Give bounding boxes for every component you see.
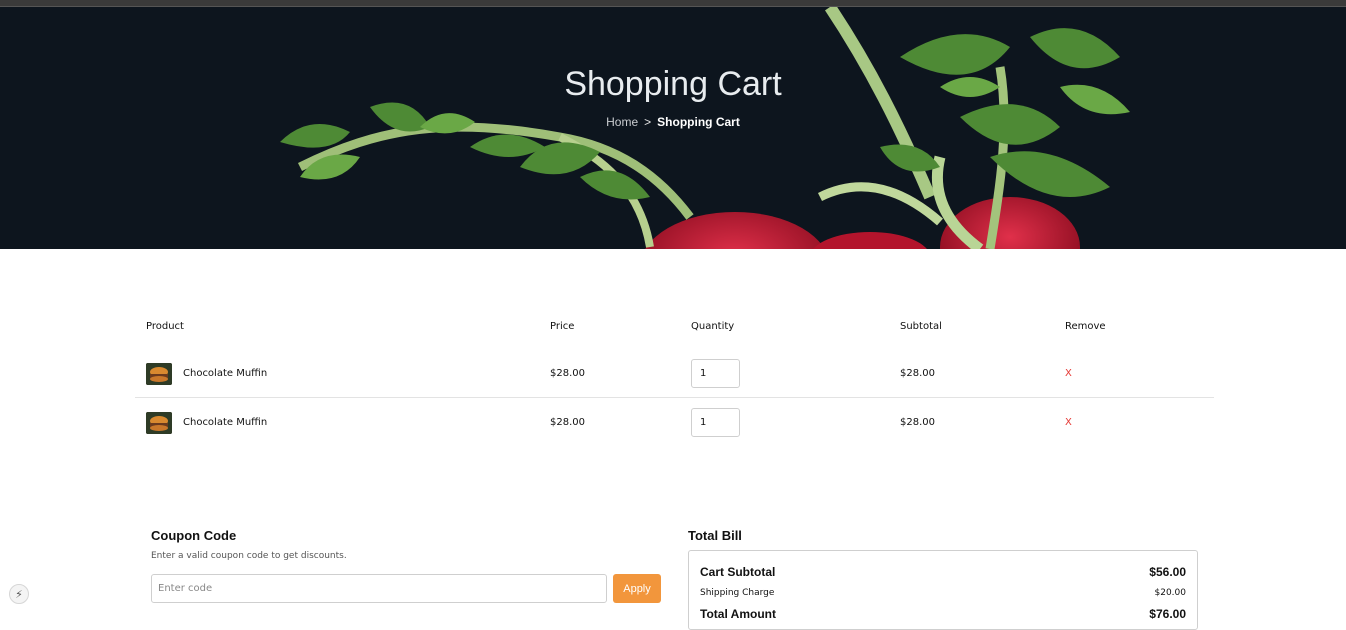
bill-shipping-value: $20.00 (1154, 588, 1187, 598)
header-price: Price (550, 321, 575, 332)
bill-shipping-label: Shipping Charge (700, 588, 775, 598)
header-quantity: Quantity (691, 321, 735, 332)
coupon-code-input[interactable] (152, 575, 606, 602)
quantity-input[interactable]: 1 (691, 408, 740, 437)
bill-total-label: Total Amount (700, 607, 776, 621)
bolt-icon[interactable]: ⚡ (9, 584, 29, 604)
total-bill-title: Total Bill (688, 528, 742, 543)
product-name[interactable]: Chocolate Muffin (183, 368, 267, 379)
hero-banner: Shopping Cart Home > Shopping Cart (0, 7, 1346, 249)
product-thumbnail (146, 363, 172, 385)
coupon-hint: Enter a valid coupon code to get discoun… (151, 551, 347, 561)
remove-button[interactable]: X (1065, 368, 1072, 379)
apply-coupon-button[interactable]: Apply (613, 574, 661, 603)
bill-total-value: $76.00 (1149, 607, 1186, 621)
page-title: Shopping Cart (564, 65, 782, 103)
coupon-title: Coupon Code (151, 528, 237, 543)
breadcrumb: Home > Shopping Cart (0, 115, 1346, 129)
total-bill-box: Cart Subtotal $56.00 Shipping Charge $20… (688, 550, 1198, 630)
bill-subtotal-value: $56.00 (1149, 565, 1186, 579)
bill-subtotal-label: Cart Subtotal (700, 565, 776, 579)
header-remove: Remove (1065, 321, 1106, 332)
breadcrumb-current: Shopping Cart (657, 115, 740, 129)
breadcrumb-home-link[interactable]: Home (606, 115, 638, 129)
table-row: Chocolate Muffin $28.00 1 $28.00 X (135, 398, 1214, 447)
coupon-field[interactable] (151, 574, 607, 603)
quantity-input[interactable]: 1 (691, 359, 740, 388)
product-name[interactable]: Chocolate Muffin (183, 417, 267, 428)
table-row: Chocolate Muffin $28.00 1 $28.00 X (135, 349, 1214, 398)
row-subtotal: $28.00 (900, 368, 935, 379)
product-price: $28.00 (550, 368, 585, 379)
breadcrumb-separator: > (644, 115, 652, 129)
header-product: Product (146, 321, 184, 332)
product-price: $28.00 (550, 417, 585, 428)
header-subtotal: Subtotal (900, 321, 942, 332)
row-subtotal: $28.00 (900, 417, 935, 428)
remove-button[interactable]: X (1065, 417, 1072, 428)
product-thumbnail (146, 412, 172, 434)
browser-top-bar (0, 0, 1346, 7)
